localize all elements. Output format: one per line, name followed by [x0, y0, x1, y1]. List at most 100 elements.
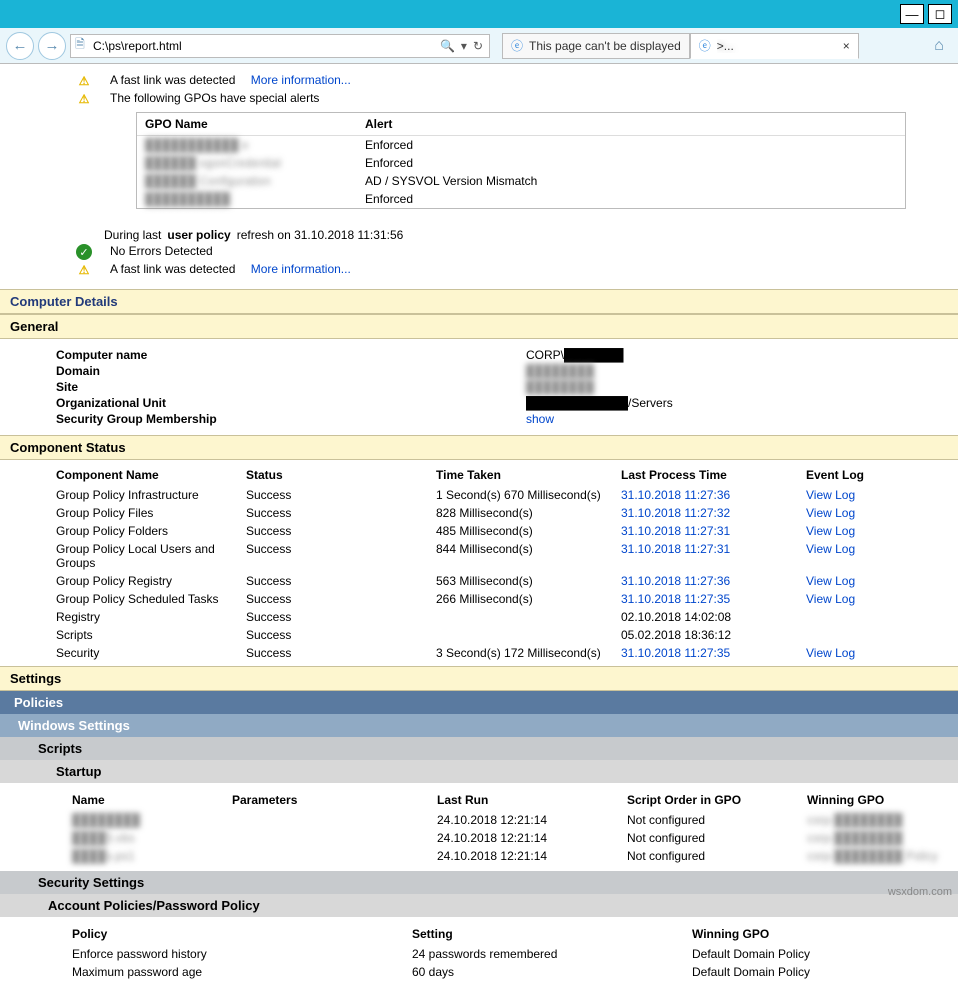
- label-computer-name: Computer name: [56, 348, 526, 362]
- table-row: ███████████ eEnforced: [137, 136, 905, 155]
- last-process-time[interactable]: 31.10.2018 11:27:35: [621, 590, 806, 608]
- last-process-time[interactable]: 31.10.2018 11:27:32: [621, 504, 806, 522]
- warning-icon: ⚠: [76, 91, 92, 107]
- section-security-settings[interactable]: Security Settings: [0, 871, 958, 894]
- label-ou: Organizational Unit: [56, 396, 526, 410]
- scripts-table: Name Parameters Last Run Script Order in…: [0, 783, 958, 871]
- tab-report[interactable]: ⓔ >... ×: [690, 33, 859, 59]
- view-log-link[interactable]: View Log: [806, 522, 958, 540]
- view-log-link[interactable]: View Log: [806, 540, 958, 572]
- ie-icon: ⓔ: [699, 37, 711, 54]
- section-startup[interactable]: Startup: [0, 760, 958, 783]
- table-row: ██████ ogonCredentialEnforced: [137, 154, 905, 172]
- watermark: wsxdom.com: [888, 886, 952, 898]
- col-time-taken: Time Taken: [436, 464, 621, 486]
- last-process-time[interactable]: 31.10.2018 11:27:36: [621, 572, 806, 590]
- col-alert: Alert: [357, 113, 905, 136]
- view-log-link: [806, 608, 958, 626]
- col-last-process: Last Process Time: [621, 464, 806, 486]
- warning-icon: ⚠: [76, 73, 92, 89]
- table-row: Group Policy Local Users and GroupsSucce…: [56, 540, 958, 572]
- password-policy-table: Policy Setting Winning GPO Enforce passw…: [0, 917, 958, 987]
- last-process-time: 02.10.2018 14:02:08: [621, 608, 806, 626]
- section-computer-details[interactable]: Computer Details: [0, 289, 958, 314]
- col-script-name: Name: [72, 789, 232, 811]
- table-row: Maximum password age60 daysDefault Domai…: [72, 963, 958, 981]
- back-button[interactable]: ←: [6, 32, 34, 60]
- col-policy: Policy: [72, 923, 412, 945]
- ie-icon: ⓔ: [511, 37, 523, 54]
- no-errors-row: ✓ No Errors Detected: [104, 243, 958, 261]
- col-gpo-name: GPO Name: [137, 113, 357, 136]
- table-row: SecuritySuccess3 Second(s) 172 Milliseco…: [56, 644, 958, 662]
- component-status-table: Component Name Status Time Taken Last Pr…: [0, 460, 958, 666]
- table-row: Group Policy RegistrySuccess563 Millisec…: [56, 572, 958, 590]
- ok-icon: ✓: [76, 244, 92, 260]
- home-button[interactable]: ⌂: [926, 33, 952, 59]
- table-row: ██████ ConfigurationAD / SYSVOL Version …: [137, 172, 905, 190]
- section-account-password-policy[interactable]: Account Policies/Password Policy: [0, 894, 958, 917]
- warning-icon: ⚠: [76, 262, 92, 278]
- last-process-time[interactable]: 31.10.2018 11:27:31: [621, 522, 806, 540]
- general-block: Computer nameCORP\███████ Domain████████…: [0, 339, 958, 435]
- table-row: ██████████Enforced: [137, 190, 905, 208]
- view-log-link[interactable]: View Log: [806, 644, 958, 662]
- view-log-link[interactable]: View Log: [806, 590, 958, 608]
- tab-error-page[interactable]: ⓔ This page can't be displayed: [502, 33, 690, 59]
- more-info-link[interactable]: More information...: [251, 73, 351, 87]
- search-icon[interactable]: 🔍: [440, 39, 455, 53]
- label-site: Site: [56, 380, 526, 394]
- col-component-name: Component Name: [56, 464, 246, 486]
- table-row: Group Policy FilesSuccess828 Millisecond…: [56, 504, 958, 522]
- show-sgm-link[interactable]: show: [526, 412, 554, 426]
- page-icon: 🗎: [71, 35, 89, 56]
- table-row: ScriptsSuccess05.02.2018 18:36:12: [56, 626, 958, 644]
- browser-toolbar: ← → 🗎 C:\ps\report.html 🔍 ▾ ↻ ⓔ This pag…: [0, 28, 958, 64]
- view-log-link[interactable]: View Log: [806, 486, 958, 504]
- section-policies[interactable]: Policies: [0, 691, 958, 714]
- view-log-link: [806, 626, 958, 644]
- more-info-link[interactable]: More information...: [251, 262, 351, 276]
- user-policy-refresh: During last user policy refresh on 31.10…: [104, 227, 958, 243]
- tab-label: This page can't be displayed: [529, 39, 681, 53]
- last-process-time[interactable]: 31.10.2018 11:27:31: [621, 540, 806, 572]
- tab-strip: ⓔ This page can't be displayed ⓔ >... ×: [502, 33, 859, 59]
- last-process-time[interactable]: 31.10.2018 11:27:35: [621, 644, 806, 662]
- last-process-time: 05.02.2018 18:36:12: [621, 626, 806, 644]
- section-settings[interactable]: Settings: [0, 666, 958, 691]
- value-site: ████████: [526, 380, 594, 394]
- col-event-log: Event Log: [806, 464, 958, 486]
- refresh-icon[interactable]: ↻: [473, 39, 483, 53]
- dropdown-icon[interactable]: ▾: [461, 39, 467, 53]
- section-scripts[interactable]: Scripts: [0, 737, 958, 760]
- tab-close-button[interactable]: ×: [843, 39, 850, 53]
- value-ou: ████████████/Servers: [526, 396, 673, 410]
- section-general[interactable]: General: [0, 314, 958, 339]
- window-minimize-button[interactable]: —: [900, 4, 924, 24]
- alert-special-gpo: ⚠ The following GPOs have special alerts: [104, 90, 958, 108]
- report-page: ⚠ A fast link was detected More informat…: [0, 64, 958, 987]
- table-row: Group Policy FoldersSuccess485 Milliseco…: [56, 522, 958, 540]
- col-status: Status: [246, 464, 436, 486]
- forward-button[interactable]: →: [38, 32, 66, 60]
- last-process-time[interactable]: 31.10.2018 11:27:36: [621, 486, 806, 504]
- section-windows-settings[interactable]: Windows Settings: [0, 714, 958, 737]
- window-titlebar: — ◻: [0, 0, 958, 28]
- view-log-link[interactable]: View Log: [806, 572, 958, 590]
- col-parameters: Parameters: [232, 789, 437, 811]
- col-winning-gpo-2: Winning GPO: [692, 923, 958, 945]
- table-row: ████s.ps124.10.2018 12:21:14Not configur…: [72, 847, 958, 865]
- col-setting: Setting: [412, 923, 692, 945]
- window-maximize-button[interactable]: ◻: [928, 4, 952, 24]
- table-row: Group Policy InfrastructureSuccess1 Seco…: [56, 486, 958, 504]
- col-script-order: Script Order in GPO: [627, 789, 807, 811]
- table-row: Enforce password history24 passwords rem…: [72, 945, 958, 963]
- address-bar[interactable]: 🗎 C:\ps\report.html 🔍 ▾ ↻: [70, 34, 490, 58]
- table-row: ████5.vbs24.10.2018 12:21:14Not configur…: [72, 829, 958, 847]
- alert-fastlink: ⚠ A fast link was detected More informat…: [104, 72, 958, 90]
- fastlink-row-2: ⚠ A fast link was detected More informat…: [104, 261, 958, 279]
- table-row: ████████24.10.2018 12:21:14Not configure…: [72, 811, 958, 829]
- section-component-status[interactable]: Component Status: [0, 435, 958, 460]
- view-log-link[interactable]: View Log: [806, 504, 958, 522]
- value-domain: ████████: [526, 364, 594, 378]
